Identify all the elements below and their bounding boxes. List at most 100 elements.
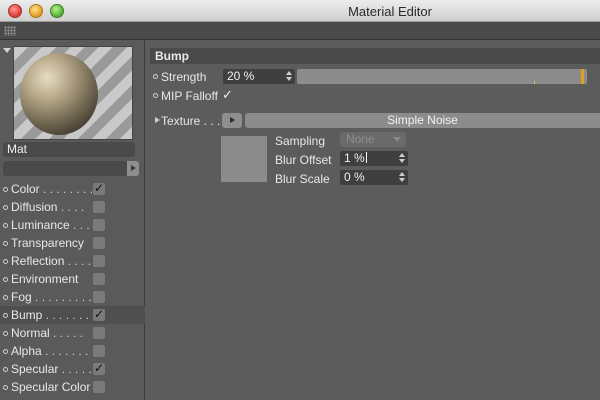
bump-panel: Bump Strength 20 % MIP Falloff Texture .… xyxy=(146,40,600,400)
channel-checkbox[interactable] xyxy=(93,381,105,393)
channel-list: Color . . . . . . . .Diffusion . . . .Lu… xyxy=(0,179,145,396)
sampling-select[interactable]: None xyxy=(340,132,406,147)
channel-checkbox[interactable] xyxy=(93,201,105,213)
channel-label: Color xyxy=(11,182,40,196)
channel-label: Fog xyxy=(11,290,32,304)
channel-checkbox[interactable] xyxy=(93,237,105,249)
strength-value: 20 % xyxy=(227,69,255,83)
channel-bullet-icon[interactable] xyxy=(3,367,8,372)
channel-bullet-icon[interactable] xyxy=(3,331,8,336)
blur-scale-input[interactable]: 0 % xyxy=(340,170,408,185)
strength-bullet-icon[interactable] xyxy=(153,74,158,79)
blur-scale-value: 0 % xyxy=(344,170,365,184)
channel-label: Transparency xyxy=(11,236,84,250)
material-name-field[interactable]: Mat xyxy=(3,142,135,157)
channel-item-specular[interactable]: Specular . . . . . xyxy=(0,359,145,378)
chevron-down-icon xyxy=(393,137,401,142)
channel-checkbox[interactable] xyxy=(93,305,105,323)
channel-checkbox[interactable] xyxy=(93,291,105,303)
channel-item-luminance[interactable]: Luminance . . . xyxy=(0,216,145,234)
channel-leader-dots: . . . . . xyxy=(58,362,92,376)
channel-label: Bump xyxy=(11,308,43,322)
channel-leader-dots: . . . . . . . . xyxy=(39,182,94,196)
texture-preview xyxy=(221,136,267,182)
channel-bullet-icon[interactable] xyxy=(3,187,8,192)
channel-leader-dots: . . . . xyxy=(64,254,92,268)
channel-checkbox[interactable] xyxy=(93,273,105,285)
channel-label: Specular Color xyxy=(11,380,91,394)
texture-menu-button[interactable] xyxy=(222,113,242,128)
channel-item-bump[interactable]: Bump . . . . . . . . xyxy=(0,305,145,324)
channel-checkbox[interactable] xyxy=(93,359,105,377)
material-sidebar: Mat Color . . . . . . . .Diffusion . . .… xyxy=(0,40,145,400)
title-bar: Material Editor xyxy=(0,0,600,22)
mip-falloff-checkbox[interactable] xyxy=(222,87,234,103)
channel-label: Environment xyxy=(11,272,79,286)
channel-leader-dots: . . . . . . . . xyxy=(42,308,96,322)
channel-label: Reflection xyxy=(11,254,65,268)
channel-leader-dots: . . . . xyxy=(57,200,85,214)
channel-leader-dots: . . . . . xyxy=(49,326,84,340)
channel-label: Specular xyxy=(11,362,59,376)
slider-tick xyxy=(534,81,535,84)
material-preview-sphere xyxy=(20,53,98,135)
channel-leader-dots: . . . . . . . xyxy=(41,344,89,358)
blur-offset-label: Blur Offset xyxy=(275,153,332,167)
strength-slider[interactable] xyxy=(297,69,587,84)
blur-offset-stepper-icon[interactable] xyxy=(399,153,405,164)
grip-icon[interactable] xyxy=(4,26,16,36)
text-caret xyxy=(365,152,367,163)
channel-checkbox[interactable] xyxy=(93,327,105,339)
channel-checkbox[interactable] xyxy=(93,345,105,357)
strength-input[interactable]: 20 % xyxy=(223,69,295,84)
channel-label: Alpha xyxy=(11,344,42,358)
channel-bullet-icon[interactable] xyxy=(3,223,8,228)
channel-item-diffusion[interactable]: Diffusion . . . . xyxy=(0,198,145,216)
blur-scale-label: Blur Scale xyxy=(275,172,330,186)
channel-item-alpha[interactable]: Alpha . . . . . . . xyxy=(0,342,145,360)
texture-expand-arrow-icon[interactable] xyxy=(155,117,160,123)
channel-label: Normal xyxy=(11,326,50,340)
sampling-label: Sampling xyxy=(275,134,326,148)
material-dropdown-arrow-icon[interactable] xyxy=(127,161,139,176)
channel-label: Diffusion xyxy=(11,200,58,214)
blur-offset-value: 1 % xyxy=(344,151,365,165)
strength-slider-handle[interactable] xyxy=(581,69,584,84)
preview-collapse-arrow-icon[interactable] xyxy=(3,48,11,53)
channel-item-fog[interactable]: Fog . . . . . . . . . . xyxy=(0,288,145,306)
channel-item-reflection[interactable]: Reflection . . . . xyxy=(0,252,145,270)
channel-item-normal[interactable]: Normal . . . . . xyxy=(0,324,145,342)
channel-item-color[interactable]: Color . . . . . . . . xyxy=(0,179,145,198)
blur-offset-input[interactable]: 1 % xyxy=(340,151,408,166)
toolbar xyxy=(0,22,600,40)
mip-falloff-bullet-icon[interactable] xyxy=(153,93,158,98)
channel-bullet-icon[interactable] xyxy=(3,241,8,246)
channel-item-specular-color[interactable]: Specular Color xyxy=(0,378,145,396)
channel-bullet-icon[interactable] xyxy=(3,295,8,300)
blur-scale-stepper-icon[interactable] xyxy=(399,172,405,183)
channel-item-transparency[interactable]: Transparency xyxy=(0,234,145,252)
channel-bullet-icon[interactable] xyxy=(3,349,8,354)
channel-checkbox[interactable] xyxy=(93,179,105,197)
window-title: Material Editor xyxy=(348,4,432,19)
channel-label: Luminance xyxy=(11,218,70,232)
texture-label: Texture . . . xyxy=(161,114,221,128)
material-dropdown[interactable] xyxy=(3,161,127,176)
channel-item-environment[interactable]: Environment xyxy=(0,270,145,288)
section-header-bump: Bump xyxy=(150,48,600,64)
channel-checkbox[interactable] xyxy=(93,255,105,267)
channel-bullet-icon[interactable] xyxy=(3,205,8,210)
channel-leader-dots: . . . xyxy=(69,218,90,232)
channel-bullet-icon[interactable] xyxy=(3,313,8,318)
channel-bullet-icon[interactable] xyxy=(3,277,8,282)
channel-checkbox[interactable] xyxy=(93,219,105,231)
channel-bullet-icon[interactable] xyxy=(3,259,8,264)
sampling-value: None xyxy=(346,132,375,146)
mip-falloff-label: MIP Falloff xyxy=(161,89,218,103)
material-preview[interactable] xyxy=(13,46,133,140)
strength-stepper-icon[interactable] xyxy=(286,71,292,82)
channel-leader-dots: . . . . . . . . . . xyxy=(31,290,99,304)
channel-bullet-icon[interactable] xyxy=(3,385,8,390)
strength-label: Strength xyxy=(161,70,207,84)
texture-name-button[interactable]: Simple Noise xyxy=(245,113,600,128)
